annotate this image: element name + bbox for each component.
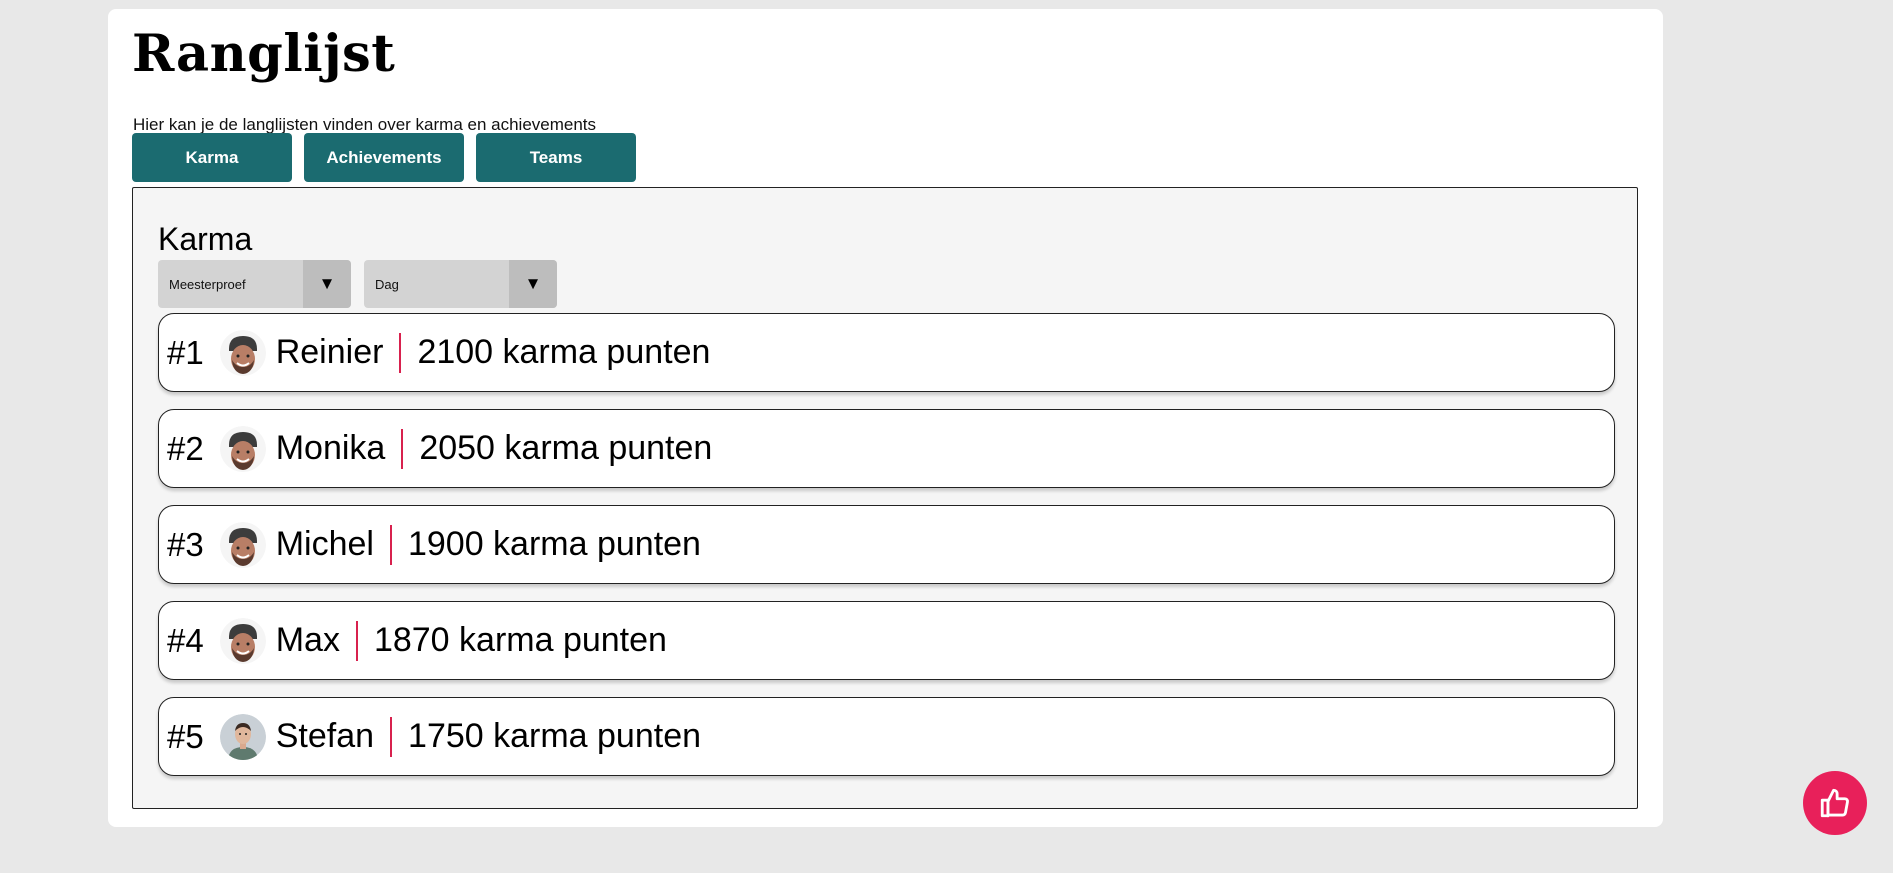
panel-title: Karma [158, 221, 253, 257]
project-select-value: Meesterproef [169, 277, 246, 292]
karma-points: 1750 karma punten [408, 717, 702, 755]
avatar [219, 521, 266, 568]
karma-panel: Karma Meesterproef ▼ Dag ▼ #1 Reinier 21… [132, 187, 1638, 809]
project-select[interactable]: Meesterproef ▼ [158, 260, 351, 308]
karma-points: 1870 karma punten [373, 621, 667, 659]
avatar [219, 425, 266, 472]
leaderboard-row[interactable]: #5 Stefan 1750 karma punten [158, 697, 1615, 776]
user-name: Stefan [275, 717, 375, 755]
separator [401, 428, 404, 469]
user-name: Michel [275, 525, 374, 563]
thumbs-up-icon [1820, 788, 1849, 818]
leaderboard-row[interactable]: #2 Monika 2050 karma punten [158, 409, 1615, 488]
rank-number: #5 [167, 717, 204, 755]
avatar [219, 617, 266, 664]
leaderboard-card: Ranglijst Hier kan je de langlijsten vin… [108, 9, 1663, 827]
rank-number: #3 [167, 525, 204, 563]
page-title: Ranglijst [132, 24, 396, 84]
avatar [219, 713, 266, 760]
user-name: Monika [275, 429, 386, 467]
rank-number: #4 [167, 621, 204, 659]
tab-teams[interactable]: Teams [476, 133, 636, 182]
separator [355, 620, 358, 661]
rank-number: #2 [167, 429, 204, 467]
avatar [219, 329, 266, 376]
leaderboard-row[interactable]: #3 Michel 1900 karma punten [158, 505, 1615, 584]
separator [390, 716, 393, 757]
separator [399, 332, 402, 373]
user-name: Max [275, 621, 340, 659]
karma-points: 1900 karma punten [407, 525, 701, 563]
period-select-value: Dag [375, 277, 399, 292]
separator [389, 524, 392, 565]
tab-achievements[interactable]: Achievements [304, 133, 464, 182]
page-subtitle: Hier kan je de langlijsten vinden over k… [133, 115, 597, 134]
leaderboard-row[interactable]: #4 Max 1870 karma punten [158, 601, 1615, 680]
leaderboard-row[interactable]: #1 Reinier 2100 karma punten [158, 313, 1615, 392]
karma-points: 2050 karma punten [419, 429, 713, 467]
tab-karma[interactable]: Karma [132, 133, 292, 182]
triangle-down-icon: ▼ [303, 260, 351, 308]
karma-points: 2100 karma punten [417, 333, 711, 371]
like-button[interactable] [1803, 771, 1867, 835]
triangle-down-icon: ▼ [509, 260, 557, 308]
user-name: Reinier [275, 333, 384, 371]
rank-number: #1 [167, 333, 204, 371]
period-select[interactable]: Dag ▼ [364, 260, 557, 308]
